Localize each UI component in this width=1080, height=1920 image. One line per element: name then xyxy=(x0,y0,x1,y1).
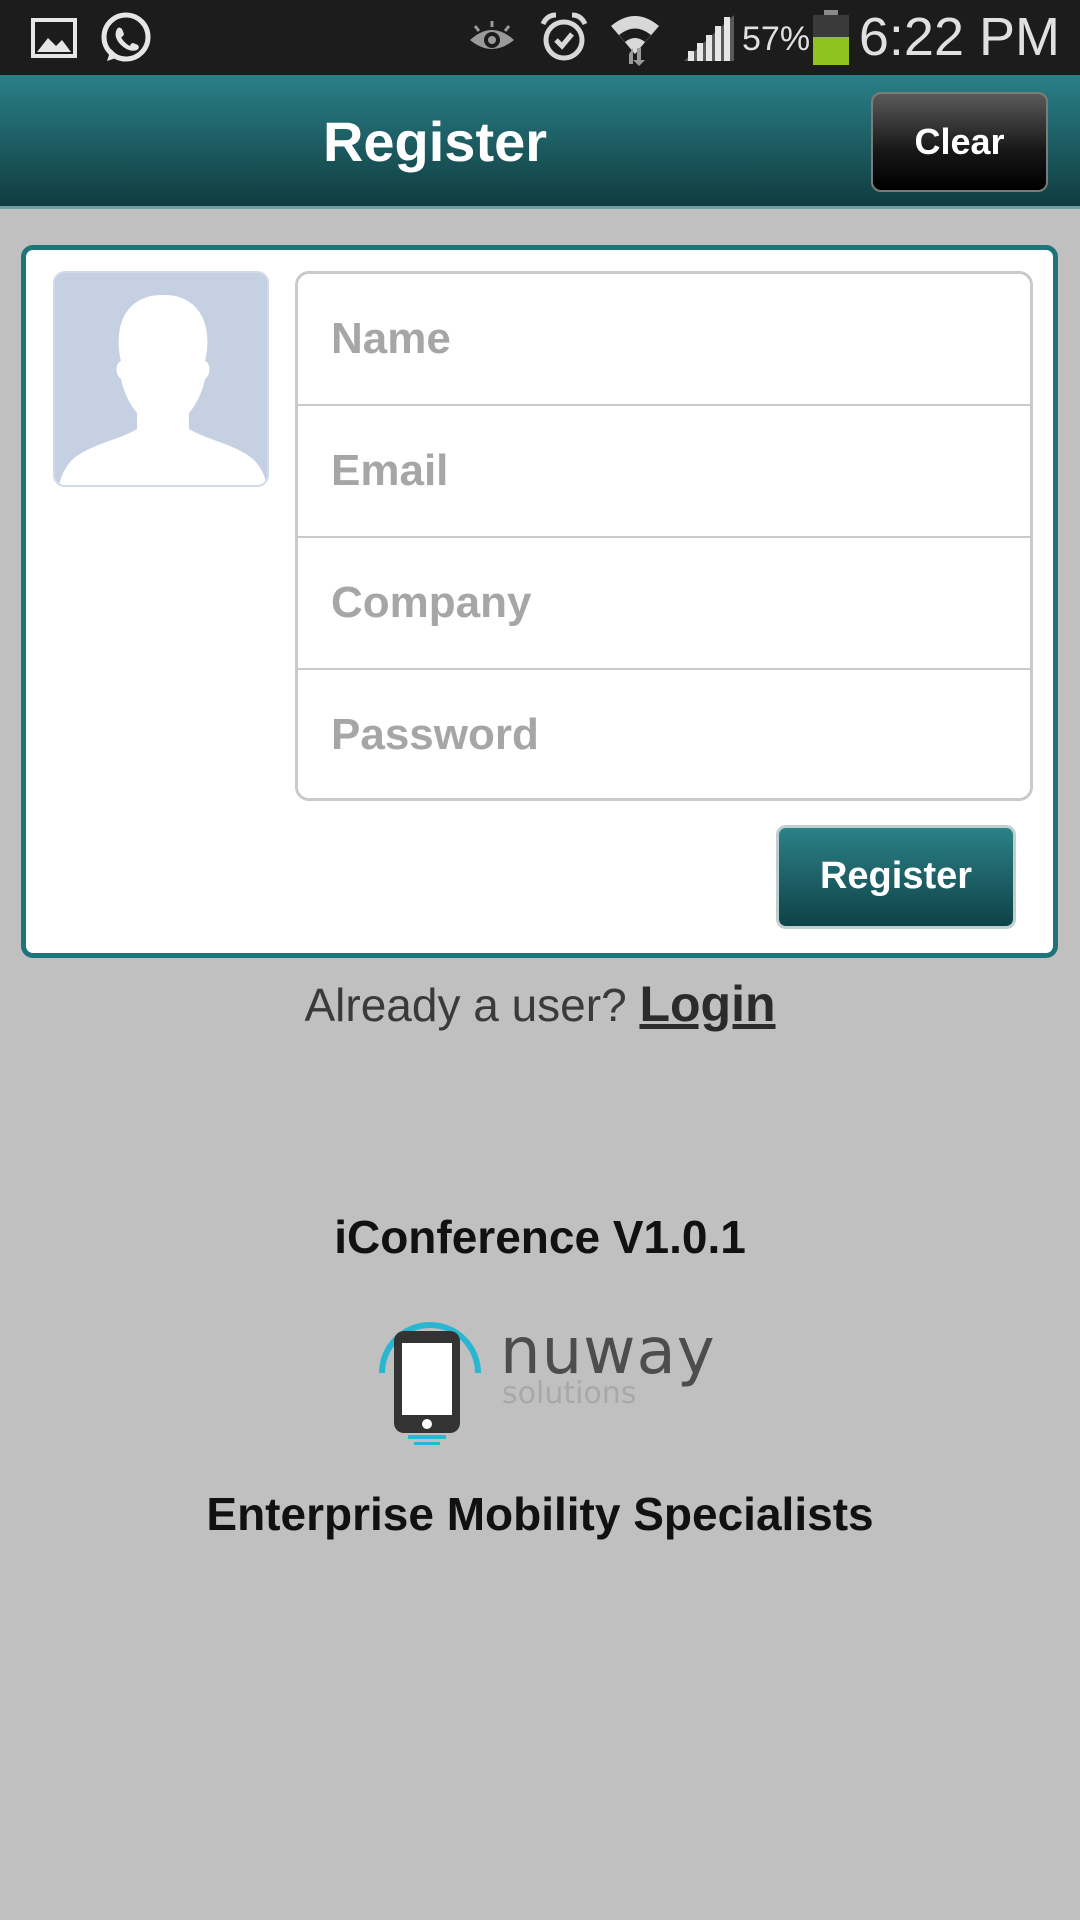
gallery-icon xyxy=(30,0,78,75)
wifi-icon xyxy=(606,0,664,75)
login-link[interactable]: Login xyxy=(639,976,775,1032)
whatsapp-icon xyxy=(98,0,154,75)
status-bar: 57% 6:22 PM xyxy=(0,0,1080,75)
password-field[interactable] xyxy=(298,670,1030,798)
register-button[interactable]: Register xyxy=(776,825,1016,929)
person-silhouette-icon xyxy=(59,295,267,485)
nuway-logo: nuway solutions xyxy=(370,1295,715,1445)
company-field[interactable] xyxy=(298,538,1030,670)
alarm-icon xyxy=(537,0,591,75)
battery-icon xyxy=(810,0,852,75)
login-prompt: Already a user? Login xyxy=(0,975,1080,1033)
app-version: iConference V1.0.1 xyxy=(334,1211,746,1263)
signal-icon xyxy=(680,0,738,75)
action-bar: Register Clear xyxy=(0,75,1080,209)
avatar-placeholder[interactable] xyxy=(53,271,269,487)
login-prompt-text: Already a user? xyxy=(304,979,627,1031)
battery-percent: 57% xyxy=(742,20,811,58)
phone-logo-icon xyxy=(379,1322,481,1445)
clear-button[interactable]: Clear xyxy=(871,92,1048,192)
page-title: Register xyxy=(322,110,548,173)
register-card: Register xyxy=(21,245,1058,958)
logo-subtitle: solutions xyxy=(502,1376,637,1411)
registration-fields xyxy=(295,271,1033,801)
status-time: 6:22 PM xyxy=(858,7,1060,67)
eye-icon xyxy=(466,0,518,75)
name-field[interactable] xyxy=(298,274,1030,406)
email-field[interactable] xyxy=(298,406,1030,538)
tagline: Enterprise Mobility Specialists xyxy=(206,1488,874,1540)
